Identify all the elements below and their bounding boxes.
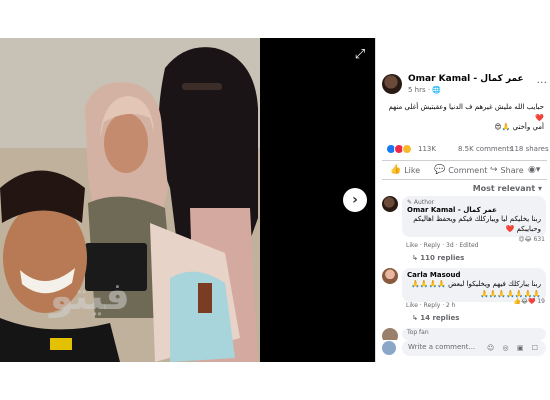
author-badge: ✎ Author xyxy=(407,199,435,206)
post-side-panel: + ✉ 🔔 ▾ Omar Kamal - عمر كمال 5 hrs · 🌐 … xyxy=(375,38,550,362)
like-button-label: Like xyxy=(404,165,421,175)
commenter-avatar[interactable] xyxy=(382,328,398,340)
photo-viewer: فيتو ⤢ › xyxy=(0,38,375,362)
profile-globe-icon: ◉▾ xyxy=(528,165,541,175)
more-options-icon[interactable]: ··· xyxy=(537,76,548,89)
comment-bubble: ✎ Author Omar Kamal - عمر كمال ربنا يخلي… xyxy=(402,196,546,237)
comment-sort-dropdown[interactable]: Most relevant ▾ xyxy=(473,184,542,193)
fullscreen-icon[interactable]: ⤢ xyxy=(352,46,368,62)
comment-bubble: Carla Masoud ربنا يباركلك فيهم ويخليكوا … xyxy=(402,268,546,302)
comment-reactions[interactable]: 😍😂 631 xyxy=(518,236,545,243)
site-watermark: فيتو xyxy=(50,274,130,318)
facebook-photo-viewer: فيتو ⤢ › + ✉ 🔔 ▾ Omar Kamal - عمر كمال 5… xyxy=(0,38,550,362)
comments-count[interactable]: 8.5K comments xyxy=(458,145,513,153)
speech-bubble-icon: 💬 xyxy=(434,165,446,175)
top-fan-badge: Top fan xyxy=(407,329,429,336)
reactions-summary: 113K 8.5K comments 118 shares xyxy=(386,144,549,156)
commenter-avatar[interactable] xyxy=(382,196,398,212)
comment-bubble: Top fan xyxy=(402,328,546,340)
share-button-label: Share xyxy=(500,165,524,175)
share-arrow-icon: ↪ xyxy=(490,165,498,175)
post-caption-line1: حبايب الله مليش غيرهم ف الدنيا وعقبتيش أ… xyxy=(388,103,545,122)
react-as-selector[interactable]: ◉▾ xyxy=(528,165,540,175)
shares-count[interactable]: 118 shares xyxy=(510,145,549,153)
post-action-bar: 👍 Like 💬 Comment ↪ Share ◉▾ xyxy=(382,160,547,180)
current-user-avatar xyxy=(382,341,396,355)
comment-reactions[interactable]: 👍😂❤️ 19 xyxy=(514,298,546,305)
author-avatar[interactable] xyxy=(382,74,402,94)
post-header: Omar Kamal - عمر كمال 5 hrs · 🌐 ··· xyxy=(382,74,547,98)
comment-item: Top fan xyxy=(382,328,547,340)
comment-text: ربنا يخليكم ليا ويباركلك فيكم ويحفظ اهال… xyxy=(413,215,541,233)
comment-actions[interactable]: Like · Reply · 2 h xyxy=(406,302,456,309)
view-replies-link[interactable]: ↳ 110 replies xyxy=(412,254,464,262)
comment-text: ربنا يباركلك فيهم ويخليكوا لبعض 🙏🙏🙏🙏🙏🙏🙏🙏… xyxy=(411,280,541,298)
comment-button[interactable]: 💬 Comment xyxy=(434,165,487,175)
post-author-name[interactable]: Omar Kamal - عمر كمال xyxy=(408,74,524,84)
comment-item: Carla Masoud ربنا يباركلك فيهم ويخليكوا … xyxy=(382,268,547,328)
post-caption-line2: أمي وأختي 🙏😍 xyxy=(494,123,544,131)
comment-composer: Write a comment... ☺ ◎ ▣ ☐ xyxy=(382,340,547,358)
composer-icons[interactable]: ☺ ◎ ▣ ☐ xyxy=(487,344,541,352)
commenter-avatar[interactable] xyxy=(382,268,398,284)
thumbs-up-icon: 👍 xyxy=(390,165,402,175)
next-photo-button[interactable]: › xyxy=(343,188,367,212)
reaction-count[interactable]: 113K xyxy=(418,145,436,153)
view-replies-link[interactable]: ↳ 14 replies xyxy=(412,314,459,322)
like-button[interactable]: 👍 Like xyxy=(390,165,420,175)
care-reaction-icon xyxy=(402,144,412,154)
commenter-name[interactable]: Carla Masoud xyxy=(407,271,541,279)
commenter-name[interactable]: Omar Kamal - عمر كمال xyxy=(407,206,541,214)
post-photo[interactable] xyxy=(0,38,260,362)
comment-item: ✎ Author Omar Kamal - عمر كمال ربنا يخلي… xyxy=(382,196,547,268)
comment-button-label: Comment xyxy=(448,165,488,175)
post-timestamp[interactable]: 5 hrs · 🌐 xyxy=(408,86,441,94)
share-button[interactable]: ↪ Share xyxy=(490,165,524,175)
comment-actions[interactable]: Like · Reply · 3d · Edited xyxy=(406,242,479,249)
